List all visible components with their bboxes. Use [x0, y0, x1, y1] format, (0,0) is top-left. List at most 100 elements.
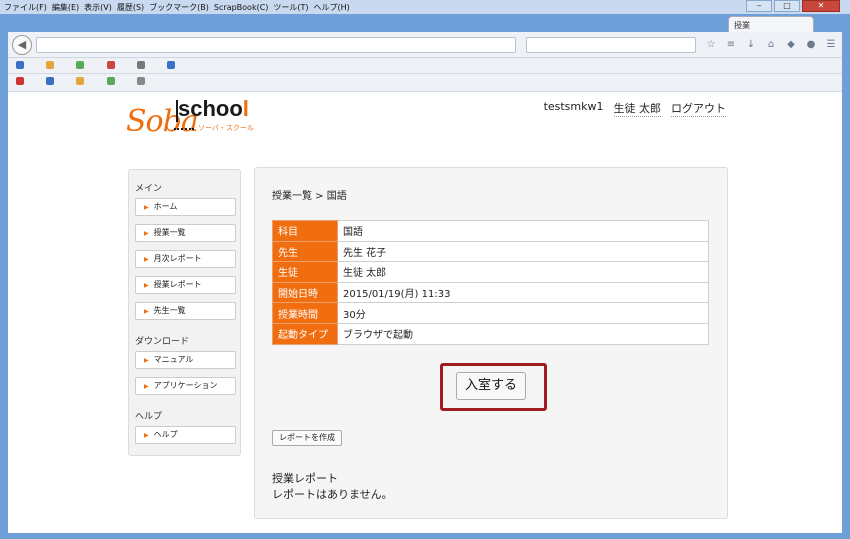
table-row: 開始日時 2015/01/19(月) 11:33 [272, 281, 709, 304]
arrow-right-icon: ▶ [144, 230, 149, 237]
table-row: 科目 国語 [272, 220, 709, 242]
menu-tools[interactable]: ツール(T) [273, 2, 308, 13]
report-section-title: 授業レポート [272, 472, 338, 485]
enter-room-button[interactable]: 入室する [456, 372, 526, 400]
row-value: 30分 [337, 302, 709, 324]
logo-kana-text: ソーバ・スクール [198, 124, 254, 132]
bookmark-favicon-icon [166, 61, 175, 69]
bookmark-item[interactable] [103, 60, 122, 72]
bookmark-item[interactable] [72, 76, 91, 88]
arrow-right-icon: ▶ [144, 256, 149, 263]
row-label: 開始日時 [272, 281, 338, 304]
back-button[interactable]: ◀ [12, 35, 32, 55]
bookmark-favicon-icon [46, 77, 55, 85]
create-report-button[interactable]: レポートを作成 [272, 430, 342, 446]
row-value: 2015/01/19(月) 11:33 [337, 281, 709, 304]
extension-icon[interactable]: ● [804, 38, 818, 52]
sidebar-item-teachers[interactable]: ▶ 先生一覧 [135, 302, 236, 320]
reading-list-icon[interactable]: ≡ [724, 38, 738, 52]
back-arrow-icon: ◀ [17, 38, 27, 51]
table-row: 生徒 生徒 太郎 [272, 261, 709, 283]
logo-dots [174, 128, 194, 130]
arrow-right-icon: ▶ [144, 432, 149, 439]
maximize-button[interactable]: □ [774, 0, 800, 12]
bookmark-item[interactable] [72, 60, 91, 72]
arrow-right-icon: ▶ [144, 357, 149, 364]
menu-file[interactable]: ファイル(F) [4, 2, 47, 13]
web-page: Soba school ソーバ・スクール testsmkw1 生徒 太郎 ログア… [8, 92, 842, 533]
menu-icon[interactable]: ☰ [824, 38, 838, 52]
bookmark-item[interactable] [103, 76, 122, 88]
sidebar-section-main: メイン [135, 184, 163, 194]
bookmark-favicon-icon [46, 61, 55, 69]
sidebar-item-lessons[interactable]: ▶ 授業一覧 [135, 224, 236, 242]
table-row: 起動タイプ ブラウザで起動 [272, 322, 709, 345]
menu-history[interactable]: 履歴(S) [117, 2, 144, 13]
window-controls: ‒ □ ✕ [744, 0, 840, 14]
site-logo[interactable]: Soba school ソーバ・スクール [126, 94, 276, 146]
bookmark-item[interactable] [12, 76, 31, 88]
logout-link[interactable]: ログアウト [671, 100, 726, 117]
row-label: 科目 [272, 220, 338, 242]
bookmark-item[interactable] [42, 76, 61, 88]
arrow-right-icon: ▶ [144, 282, 149, 289]
sidebar-item-monthly-report[interactable]: ▶ 月次レポート [135, 250, 236, 268]
browser-tab[interactable]: 授業 [728, 16, 814, 32]
logo-school-text: school [178, 96, 249, 121]
menu-view[interactable]: 表示(V) [84, 2, 112, 13]
addon-icon[interactable]: ◆ [784, 38, 798, 52]
bookmark-star-icon[interactable]: ☆ [704, 38, 718, 52]
bookmark-item[interactable] [12, 60, 31, 72]
sidebar-item-help[interactable]: ▶ ヘルプ [135, 426, 236, 444]
user-links: testsmkw1 生徒 太郎 ログアウト [534, 100, 726, 117]
bookmark-favicon-icon [16, 61, 24, 69]
bookmark-item[interactable] [133, 76, 152, 88]
lesson-detail-panel: 授業一覧 > 国語 科目 国語 先生 先生 花子 生徒 生徒 太郎 開始日時 2015/… [254, 167, 728, 519]
table-row: 先生 先生 花子 [272, 240, 709, 263]
home-icon[interactable]: ⌂ [764, 38, 778, 52]
arrow-right-icon: ▶ [144, 204, 149, 211]
row-value: ブラウザで起動 [337, 322, 709, 345]
close-button[interactable]: ✕ [802, 0, 840, 12]
sidebar-section-download: ダウンロード [135, 337, 190, 347]
bookmark-favicon-icon [16, 77, 24, 85]
menu-scrapbook[interactable]: ScrapBook(C) [214, 3, 268, 12]
sidebar-item-manual[interactable]: ▶ マニュアル [135, 351, 236, 369]
user-name-link[interactable]: 生徒 太郎 [613, 100, 661, 117]
window-frame-right [842, 0, 850, 539]
row-label: 起動タイプ [272, 322, 338, 345]
bookmarks-bar-1 [8, 58, 842, 74]
bookmark-favicon-icon [76, 77, 85, 85]
user-id: testsmkw1 [543, 100, 604, 113]
bookmark-favicon-icon [76, 61, 85, 69]
row-value: 国語 [337, 220, 709, 242]
download-icon[interactable]: ↓ [744, 38, 758, 52]
row-value: 生徒 太郎 [337, 261, 709, 283]
menu-edit[interactable]: 編集(E) [52, 2, 79, 13]
navigation-bar: ◀ ☆ ≡ ↓ ⌂ ◆ ● ☰ [8, 32, 842, 58]
search-bar[interactable] [526, 37, 696, 53]
bookmark-favicon-icon [106, 77, 115, 85]
window-frame-bottom [0, 533, 850, 539]
lesson-info-table: 科目 国語 先生 先生 花子 生徒 生徒 太郎 開始日時 2015/01/19(月) 1… [272, 220, 709, 345]
arrow-right-icon: ▶ [144, 383, 149, 390]
bookmark-favicon-icon [136, 61, 145, 69]
sidebar-item-home[interactable]: ▶ ホーム [135, 198, 236, 216]
bookmarks-bar-2 [8, 74, 842, 92]
toolbar-icons: ☆ ≡ ↓ ⌂ ◆ ● ☰ [704, 38, 844, 52]
url-bar[interactable] [36, 37, 516, 53]
bookmark-item[interactable] [42, 60, 61, 72]
arrow-right-icon: ▶ [144, 308, 149, 315]
sidebar-item-lesson-report[interactable]: ▶ 授業レポート [135, 276, 236, 294]
table-row: 授業時間 30分 [272, 302, 709, 324]
menu-bookmarks[interactable]: ブックマーク(B) [149, 2, 209, 13]
row-label: 生徒 [272, 261, 338, 283]
window-frame-left [0, 0, 8, 539]
sidebar-item-application[interactable]: ▶ アプリケーション [135, 377, 236, 395]
minimize-button[interactable]: ‒ [746, 0, 772, 12]
bookmark-item[interactable] [133, 60, 152, 72]
tab-strip: 授業 [8, 14, 842, 32]
bookmark-item[interactable] [163, 60, 182, 72]
row-label: 授業時間 [272, 302, 338, 324]
menu-help[interactable]: ヘルプ(H) [314, 2, 350, 13]
